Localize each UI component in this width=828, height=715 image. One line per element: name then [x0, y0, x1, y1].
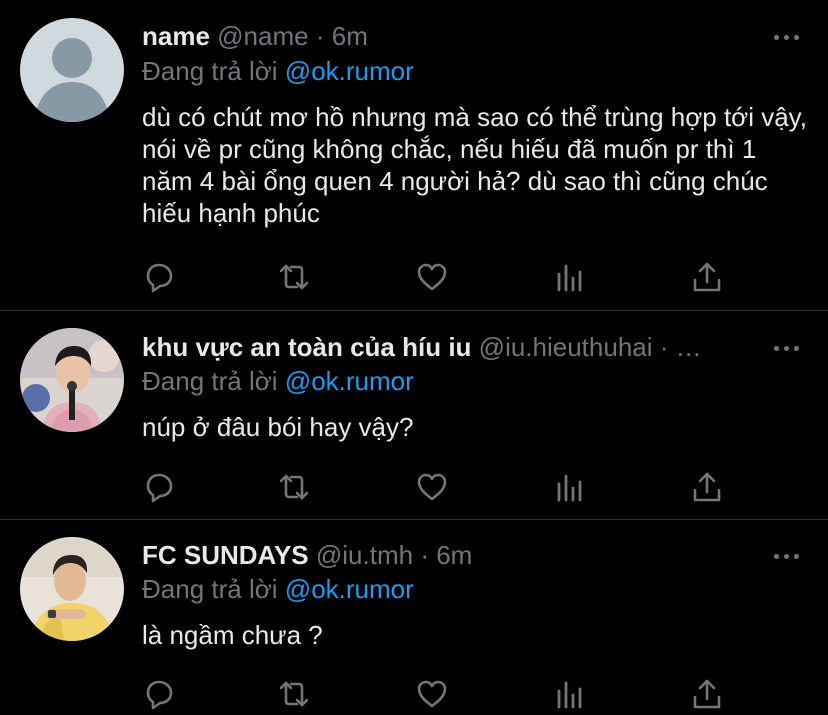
like-icon[interactable]	[415, 470, 449, 504]
tweet[interactable]: khu vực an toàn của híu iu @iu.hieuthuha…	[0, 311, 828, 519]
tweet-text: dù có chút mơ hồ nhưng mà sao có thể trù…	[142, 102, 807, 228]
separator-dot: ·	[315, 21, 325, 51]
user-handle[interactable]: @name	[217, 21, 308, 51]
retweet-icon[interactable]	[277, 677, 311, 711]
action-bar	[142, 260, 742, 294]
user-handle[interactable]: @iu.hieuthuhai	[479, 332, 653, 362]
retweet-icon[interactable]	[277, 470, 311, 504]
separator-dot: ·	[420, 540, 429, 570]
user-photo-icon	[20, 328, 124, 432]
display-name[interactable]: name	[142, 21, 210, 51]
like-icon[interactable]	[415, 260, 449, 294]
replying-to: Đang trả lời @ok.rumor	[142, 365, 414, 397]
separator-dot: ·	[659, 332, 669, 362]
tweet-header: name @name · 6m	[142, 20, 368, 52]
share-icon[interactable]	[690, 260, 724, 294]
action-bar	[142, 470, 742, 504]
user-handle[interactable]: @iu.tmh	[316, 540, 413, 570]
reply-icon[interactable]	[142, 260, 176, 294]
tweet[interactable]: FC SUNDAYS @iu.tmh · 6m Đang trả lời @ok…	[0, 520, 828, 715]
tweet[interactable]: name @name · 6m Đang trả lời @ok.rumor d…	[0, 0, 828, 310]
replying-to-label: Đang trả lời	[142, 56, 278, 86]
mention-link[interactable]: @ok.rumor	[285, 56, 414, 86]
analytics-icon[interactable]	[553, 260, 587, 294]
replying-to: Đang trả lời @ok.rumor	[142, 573, 414, 605]
analytics-icon[interactable]	[553, 677, 587, 711]
replying-to: Đang trả lời @ok.rumor	[142, 55, 414, 87]
action-bar	[142, 677, 742, 711]
mention-link[interactable]: @ok.rumor	[285, 366, 414, 396]
timestamp[interactable]: …	[676, 332, 702, 362]
more-icon[interactable]	[774, 33, 800, 43]
display-name[interactable]: FC SUNDAYS	[142, 540, 309, 570]
tweet-header: khu vực an toàn của híu iu @iu.hieuthuha…	[142, 331, 702, 363]
display-name[interactable]: khu vực an toàn của híu iu	[142, 332, 471, 362]
timestamp[interactable]: 6m	[436, 540, 472, 570]
reply-icon[interactable]	[142, 677, 176, 711]
reply-icon[interactable]	[142, 470, 176, 504]
like-icon[interactable]	[415, 677, 449, 711]
tweet-header: FC SUNDAYS @iu.tmh · 6m	[142, 539, 472, 571]
default-avatar-icon	[20, 18, 124, 122]
user-photo-icon	[20, 537, 124, 641]
avatar[interactable]	[20, 328, 124, 432]
mention-link[interactable]: @ok.rumor	[285, 574, 414, 604]
share-icon[interactable]	[690, 470, 724, 504]
avatar[interactable]	[20, 537, 124, 641]
tweet-text: là ngầm chưa ?	[142, 620, 323, 650]
tweet-text: núp ở đâu bói hay vậy?	[142, 412, 414, 442]
timestamp[interactable]: 6m	[332, 21, 368, 51]
avatar[interactable]	[20, 18, 124, 122]
analytics-icon[interactable]	[553, 470, 587, 504]
replying-to-label: Đang trả lời	[142, 574, 278, 604]
more-icon[interactable]	[774, 552, 800, 562]
replying-to-label: Đang trả lời	[142, 366, 278, 396]
share-icon[interactable]	[690, 677, 724, 711]
more-icon[interactable]	[774, 344, 800, 354]
retweet-icon[interactable]	[277, 260, 311, 294]
reply-feed: name @name · 6m Đang trả lời @ok.rumor d…	[0, 0, 828, 715]
